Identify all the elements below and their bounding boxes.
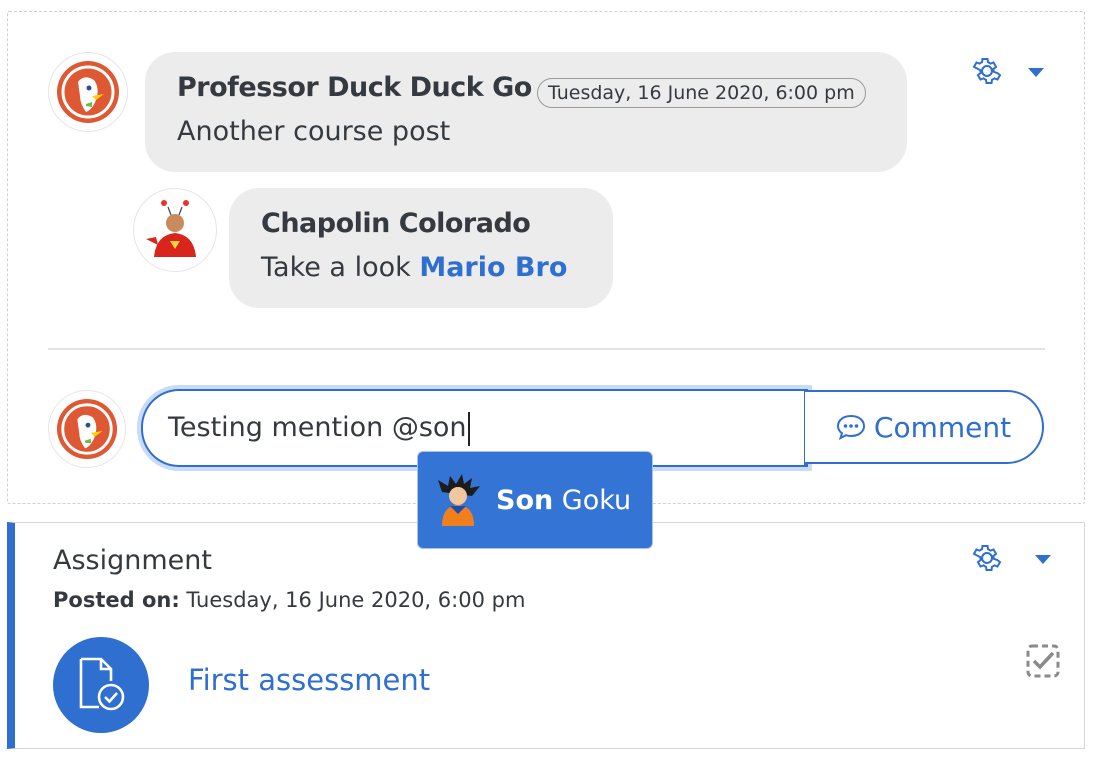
posted-on-value: Tuesday, 16 June 2020, 6:00 pm [179, 588, 526, 612]
person-avatar-icon [146, 200, 196, 257]
gear-icon[interactable] [970, 54, 1004, 88]
posted-on: Posted on: Tuesday, 16 June 2020, 6:00 p… [53, 588, 525, 612]
reply-bubble [229, 188, 613, 308]
duckduckgo-logo-icon [56, 398, 118, 460]
reply-body-text: Take a look [261, 252, 420, 283]
suggestion-match: Son [496, 484, 554, 516]
divider [48, 348, 1045, 350]
post-author[interactable]: Professor Duck Duck Go [177, 72, 532, 103]
speech-bubble-icon [836, 414, 865, 440]
suggestion-rest: Goku [553, 484, 632, 516]
current-user-avatar[interactable] [48, 390, 126, 468]
post-timestamp: Tuesday, 16 June 2020, 6:00 pm [537, 78, 866, 108]
mention-link[interactable]: Mario Bro [419, 252, 567, 283]
duck-avatar[interactable] [48, 52, 128, 132]
comment-button[interactable]: Comment [804, 390, 1044, 464]
reply-body: Take a look Mario Bro [261, 252, 567, 283]
post-body: Another course post [177, 116, 451, 147]
assignment-type-label: Assignment [53, 545, 212, 576]
reply-author[interactable]: Chapolin Colorado [261, 208, 531, 239]
post-menu-caret-icon[interactable] [1028, 68, 1044, 77]
assignment-link[interactable]: First assessment [188, 663, 430, 697]
completion-checkbox-icon[interactable] [1026, 644, 1060, 678]
comment-button-label: Comment [873, 410, 1012, 444]
post-bubble [145, 52, 907, 172]
gear-icon[interactable] [970, 541, 1004, 575]
suggestion-name: Son Goku [496, 485, 631, 516]
assignment-icon [53, 637, 149, 733]
posted-on-label: Posted on: [53, 588, 180, 612]
assignment-menu-caret-icon[interactable] [1035, 555, 1051, 564]
document-check-icon [79, 657, 125, 711]
duckduckgo-logo-icon [57, 61, 119, 123]
comment-input-value: Testing mention @son [168, 412, 467, 443]
text-cursor [467, 411, 470, 446]
mention-suggestion-item[interactable]: Son Goku [417, 451, 653, 549]
chapolin-avatar[interactable] [133, 188, 217, 272]
assignment-card: Assignment Posted on: Tuesday, 16 June 2… [7, 522, 1085, 749]
goku-avatar-icon [438, 474, 480, 526]
